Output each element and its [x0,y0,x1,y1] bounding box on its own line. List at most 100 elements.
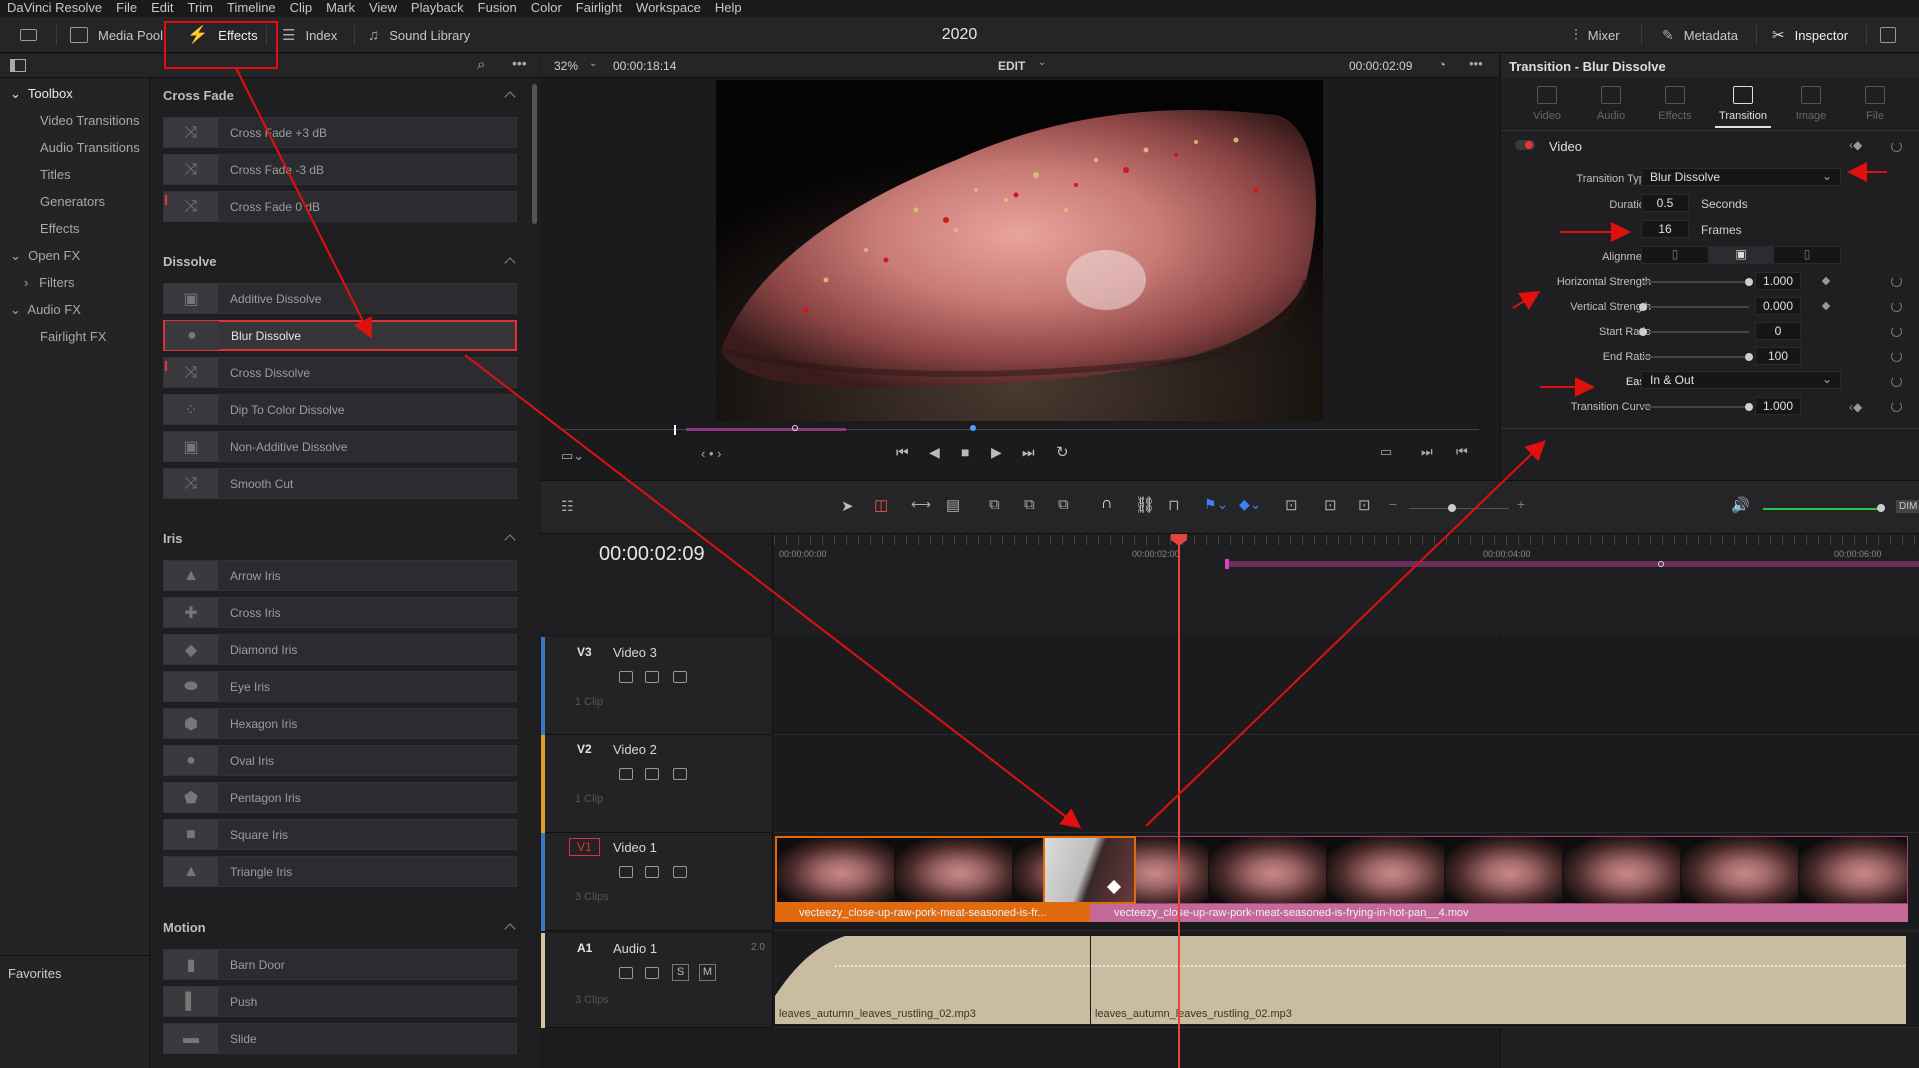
effect-item[interactable]: ⬬ Eye Iris [163,671,517,702]
dim-button[interactable]: DIM [1896,500,1919,513]
align-end-icon[interactable]: ▯ [1774,247,1840,263]
tree-toolbox[interactable]: ⌄ Toolbox [10,86,73,102]
chevron-up-icon[interactable] [504,91,516,103]
disable-track-icon[interactable] [673,768,687,780]
horizontal-strength-slider[interactable] [1745,278,1753,286]
reset-icon[interactable] [1891,326,1902,337]
dynamic-trim-icon[interactable]: ⟷ [911,496,931,513]
volume-icon[interactable]: 🔊 [1731,496,1750,514]
sound-library-button[interactable]: ♫ Sound Library [368,17,470,53]
blade-icon[interactable]: ▤ [946,496,960,514]
more-options-icon[interactable]: ••• [512,55,527,71]
effect-item[interactable]: ✚ Cross Iris [163,597,517,628]
tab-effects[interactable]: Effects [1643,86,1707,122]
chevron-up-icon[interactable] [504,923,516,935]
lock-icon[interactable] [619,768,633,780]
reset-icon[interactable] [1891,376,1902,387]
auto-select-icon[interactable] [645,967,659,979]
track-v2-area[interactable] [774,735,1919,833]
section-cross-fade[interactable]: Cross Fade [163,88,234,103]
go-to-end-icon[interactable]: ⏭ [1022,444,1035,461]
replace-clip-icon[interactable]: ⧉ [1058,496,1069,513]
disable-track-icon[interactable] [673,866,687,878]
play-reverse-icon[interactable]: ◀ [929,444,940,461]
audio-clip-2[interactable]: leaves_autumn_leaves_rustling_02.mp3 [1091,936,1906,1024]
prev-edit-icon[interactable]: ⏮ [1456,444,1468,460]
stop-icon[interactable]: ■ [961,444,969,460]
menu-timeline[interactable]: Timeline [220,0,283,16]
audio-clip-1[interactable]: leaves_autumn_leaves_rustling_02.mp3 [775,936,1090,1024]
reset-icon[interactable] [1891,141,1902,152]
menu-clip[interactable]: Clip [283,0,319,16]
tree-open-fx[interactable]: ⌄ Open FX [10,248,80,264]
effect-item[interactable]: ⤨ Cross Fade 0 dB [163,191,517,222]
menu-mark[interactable]: Mark [319,0,362,16]
play-icon[interactable]: ▶ [991,444,1002,461]
start-ratio-slider[interactable] [1639,328,1647,336]
zoom-full-icon[interactable]: ⊡ [1285,496,1298,514]
track-id[interactable]: V1 [569,838,600,856]
menu-color[interactable]: Color [524,0,569,16]
effect-item[interactable]: ▲ Triangle Iris [163,856,517,887]
section-dissolve[interactable]: Dissolve [163,254,216,269]
inspector-button[interactable]: ✂ Inspector [1772,17,1848,53]
duration-frames-field[interactable]: 16 [1641,220,1689,238]
video-clip-2-label[interactable]: vecteezy_close-up-raw-pork-meat-seasoned… [1090,904,1908,922]
zoom-slider-knob[interactable] [1448,504,1456,512]
effect-item[interactable]: ⤨ Smooth Cut [163,468,517,499]
mixer-button[interactable]: ⫶ Mixer [1574,17,1620,53]
transition-type-dropdown[interactable]: Blur Dissolve ⌄ [1641,168,1841,186]
effect-item[interactable]: ⁘ Dip To Color Dissolve [163,394,517,425]
chevron-up-icon[interactable] [504,257,516,269]
tab-transition[interactable]: Transition [1711,86,1775,122]
tree-effects[interactable]: Effects [40,221,80,236]
in-point-marker[interactable] [1225,559,1229,569]
menu-workspace[interactable]: Workspace [629,0,708,16]
scrubber-playhead[interactable] [674,425,676,435]
viewer-mode[interactable]: EDIT [998,59,1025,73]
go-to-start-icon[interactable]: ⏮ [896,444,909,461]
timeline-view-icon[interactable]: ☷ [561,498,574,515]
more-options-icon[interactable]: ••• [1469,56,1483,71]
auto-select-icon[interactable] [645,671,659,683]
search-icon[interactable]: ⌕ [477,56,485,73]
tab-audio[interactable]: Audio [1579,86,1643,122]
insert-clip-icon[interactable]: ⧉ [989,496,1000,513]
transition-curve-slider[interactable] [1745,403,1753,411]
menu-fusion[interactable]: Fusion [471,0,524,16]
menu-file[interactable]: File [109,0,144,16]
track-name[interactable]: Video 2 [613,742,657,757]
section-iris[interactable]: Iris [163,531,183,546]
trim-icon[interactable]: ◫ [874,496,888,514]
effect-item[interactable]: ▣ Non-Additive Dissolve [163,431,517,462]
tree-audio-transitions[interactable]: Audio Transitions [40,140,140,155]
mute-button[interactable]: M [699,964,716,981]
in-out-range[interactable] [1227,561,1919,567]
link-icon[interactable]: ⛓ [1135,495,1155,515]
effect-item[interactable]: ⬟ Pentagon Iris [163,782,517,813]
effect-item[interactable]: ▌ Push [163,986,517,1017]
favorites-label[interactable]: Favorites [8,966,61,981]
align-start-icon[interactable]: ▯ [1642,247,1708,263]
next-edit-icon[interactable]: ⏭ [1421,444,1433,460]
snapping-icon[interactable]: ∩ [1101,495,1113,513]
keyframe-nav-icon[interactable]: ‹◆ [1849,400,1862,414]
reset-icon[interactable] [1891,276,1902,287]
duration-seconds-field[interactable]: 0.5 [1641,194,1689,212]
tab-image[interactable]: Image [1779,86,1843,122]
track-name[interactable]: Video 3 [613,645,657,660]
menu-fairlight[interactable]: Fairlight [569,0,629,16]
keyframe-icon[interactable] [1821,301,1831,311]
flag-icon[interactable]: ⚑⌄ [1204,496,1228,513]
effect-item[interactable]: ⤨ Cross Fade +3 dB [163,117,517,148]
tree-video-transitions[interactable]: Video Transitions [40,113,140,128]
end-ratio-field[interactable]: 100 [1755,347,1801,365]
volume-knob[interactable] [1877,504,1885,512]
vertical-strength-field[interactable]: 0.000 [1755,297,1801,315]
align-center-icon[interactable]: ▣ [1708,247,1774,263]
menu-help[interactable]: Help [708,0,749,16]
effect-item[interactable]: ⤨ Cross Fade -3 dB [163,154,517,185]
section-motion[interactable]: Motion [163,920,206,935]
timeline-timecode[interactable]: 00:00:02:09 [599,543,705,566]
zoom-out-icon[interactable]: − [1389,496,1397,512]
